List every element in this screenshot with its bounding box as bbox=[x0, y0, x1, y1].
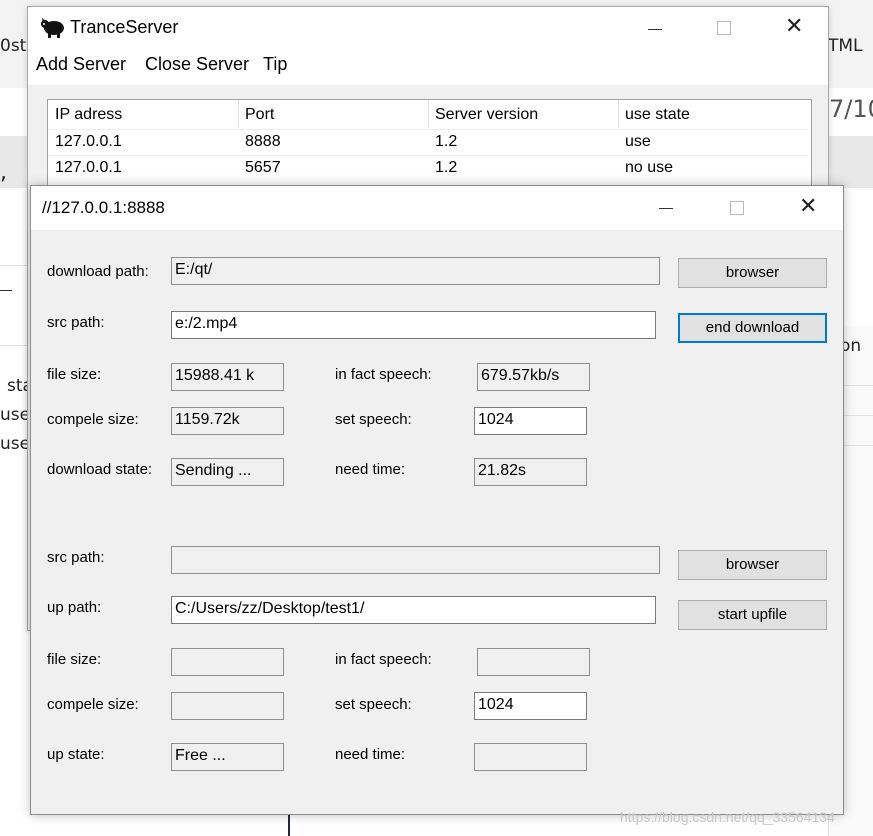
minimize-icon[interactable] bbox=[659, 208, 673, 209]
maximize-icon[interactable] bbox=[730, 201, 744, 215]
client-window: //127.0.0.1:8888 ✕ download path: E:/qt/… bbox=[30, 185, 844, 815]
start-upfile-button[interactable]: start upfile bbox=[678, 600, 827, 630]
client-window-titlebar[interactable]: //127.0.0.1:8888 ✕ bbox=[31, 186, 843, 230]
upload-need-time-label: need time: bbox=[335, 746, 406, 763]
download-browser-button[interactable]: browser bbox=[678, 258, 827, 288]
table-row[interactable]: 127.0.0.1 8888 1.2 use bbox=[48, 130, 808, 156]
file-size-label: file size: bbox=[47, 366, 102, 383]
menu-close-server[interactable]: Close Server bbox=[145, 54, 249, 75]
header-port[interactable]: Port bbox=[245, 106, 274, 124]
background-fragment: use bbox=[0, 405, 31, 425]
fact-speed-field: 679.57kb/s bbox=[477, 363, 590, 391]
cell-version: 1.2 bbox=[435, 159, 458, 176]
close-icon[interactable]: ✕ bbox=[799, 196, 817, 218]
fact-speed-label: in fact speech: bbox=[335, 366, 432, 383]
src-path-input[interactable]: e:/2.mp4 bbox=[171, 311, 656, 339]
header-state[interactable]: use state bbox=[625, 106, 690, 124]
up-path-input[interactable]: C:/Users/zz/Desktop/test1/ bbox=[171, 596, 656, 624]
background-divider bbox=[288, 815, 290, 836]
file-size-field: 15988.41 k bbox=[171, 363, 284, 391]
need-time-label: need time: bbox=[335, 461, 406, 478]
column-divider bbox=[238, 100, 239, 128]
set-speed-label: set speech: bbox=[335, 411, 412, 428]
upload-set-speed-input[interactable]: 1024 bbox=[474, 692, 587, 720]
upload-set-speed-label: set speech: bbox=[335, 696, 412, 713]
complete-size-field: 1159.72k bbox=[171, 407, 284, 435]
header-version[interactable]: Server version bbox=[435, 106, 538, 124]
up-state-label: up state: bbox=[47, 746, 105, 763]
server-window-title: TranceServer bbox=[70, 17, 179, 37]
upload-src-path-label: src path: bbox=[47, 549, 105, 566]
cell-state: use bbox=[625, 133, 651, 150]
upload-browser-button[interactable]: browser bbox=[678, 550, 827, 580]
background-fragment: TML bbox=[828, 36, 863, 56]
upload-file-size-label: file size: bbox=[47, 651, 102, 668]
minimize-icon[interactable] bbox=[648, 29, 662, 30]
cell-ip: 127.0.0.1 bbox=[55, 133, 122, 150]
table-header: IP adress Port Server version use state bbox=[48, 100, 808, 128]
up-state-field: Free ... bbox=[171, 743, 284, 771]
menu-add-server[interactable]: Add Server bbox=[36, 54, 126, 75]
server-table: IP adress Port Server version use state … bbox=[47, 99, 812, 194]
table-row[interactable]: 127.0.0.1 5657 1.2 no use bbox=[48, 156, 808, 182]
background-fragment: 7/10 bbox=[829, 95, 873, 123]
src-path-label: src path: bbox=[47, 314, 105, 331]
cell-port: 5657 bbox=[245, 159, 281, 176]
upload-complete-size-label: compele size: bbox=[47, 696, 139, 713]
background-divider bbox=[0, 345, 30, 346]
download-path-field[interactable]: E:/qt/ bbox=[171, 257, 660, 285]
cell-port: 8888 bbox=[245, 133, 281, 150]
menu-tip[interactable]: Tip bbox=[263, 54, 287, 75]
need-time-field: 21.82s bbox=[474, 458, 587, 486]
client-window-title: //127.0.0.1:8888 bbox=[42, 198, 165, 217]
background-divider bbox=[844, 385, 873, 386]
download-state-field: Sending ... bbox=[171, 458, 284, 486]
cell-ip: 127.0.0.1 bbox=[55, 159, 122, 176]
complete-size-label: compele size: bbox=[47, 411, 139, 428]
set-speed-input[interactable]: 1024 bbox=[474, 407, 587, 435]
background-divider bbox=[844, 445, 873, 446]
background-divider bbox=[0, 290, 12, 291]
end-download-button[interactable]: end download bbox=[678, 313, 827, 343]
upload-fact-speed-field bbox=[477, 648, 590, 676]
cell-state: no use bbox=[625, 159, 674, 176]
background-divider bbox=[0, 265, 30, 266]
column-divider bbox=[428, 100, 429, 128]
upload-src-path-field[interactable] bbox=[171, 546, 660, 574]
background-divider bbox=[844, 415, 873, 416]
cell-version: 1.2 bbox=[435, 133, 458, 150]
pig-logo-icon bbox=[41, 18, 64, 38]
upload-file-size-field bbox=[171, 648, 284, 676]
background-fragment: , bbox=[0, 160, 7, 185]
upload-fact-speed-label: in fact speech: bbox=[335, 651, 432, 668]
header-ip[interactable]: IP adress bbox=[55, 106, 122, 124]
server-menubar: Add Server Close Server Tip bbox=[28, 49, 828, 85]
background-fragment: 0st bbox=[0, 36, 27, 56]
column-divider bbox=[618, 100, 619, 128]
upload-complete-size-field bbox=[171, 692, 284, 720]
server-window-titlebar[interactable]: TranceServer ✕ bbox=[28, 7, 828, 49]
close-icon[interactable]: ✕ bbox=[785, 16, 803, 38]
download-path-label: download path: bbox=[47, 263, 149, 280]
maximize-icon[interactable] bbox=[717, 21, 731, 35]
download-state-label: download state: bbox=[47, 461, 153, 478]
up-path-label: up path: bbox=[47, 599, 102, 616]
background-fragment: use bbox=[0, 434, 31, 454]
upload-need-time-field bbox=[474, 743, 587, 771]
watermark: https://blog.csdn.net/qq_33564134 bbox=[620, 809, 835, 825]
